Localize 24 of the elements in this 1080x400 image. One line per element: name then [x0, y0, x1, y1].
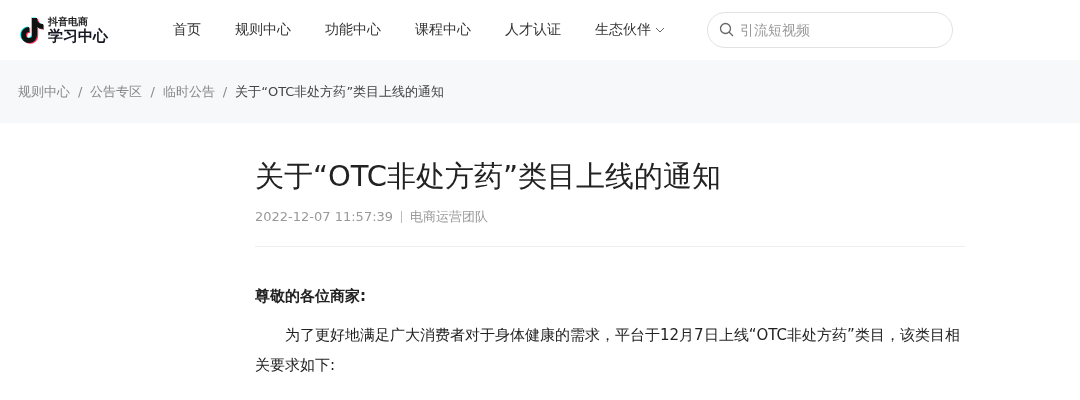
nav-link[interactable]: 人才认证: [488, 21, 578, 39]
logo-subtitle: 抖音电商: [48, 16, 88, 27]
nav-link[interactable]: 课程中心: [398, 21, 488, 39]
breadcrumb-link[interactable]: 临时公告: [162, 82, 215, 101]
current-page-title: 关于“OTC非处方药”类目上线的通知: [235, 82, 445, 101]
note-logo-icon: [18, 16, 44, 44]
nav-link[interactable]: 首页: [156, 21, 218, 39]
nav-link[interactable]: 生态伙伴: [578, 21, 682, 39]
breadcrumb-link[interactable]: 规则中心: [18, 82, 70, 101]
publish-date: 2022-12-07 11:57:39: [255, 209, 394, 225]
breadcrumb-separator: /: [150, 84, 155, 99]
breadcrumb-separator: /: [222, 84, 228, 99]
nav-link[interactable]: 功能中心: [308, 21, 398, 39]
breadcrumb-separator: /: [78, 84, 83, 99]
author-name: 电商运营团队: [410, 207, 489, 226]
chevron-down-icon: [655, 27, 665, 33]
greeting-text: 尊敬的各位商家:: [255, 286, 367, 306]
logo-title: 学习中心: [48, 28, 108, 44]
breadcrumb-link[interactable]: 公告专区: [90, 82, 143, 101]
search-icon: [719, 22, 734, 37]
body-paragraph: 为了更好地满足广大消费者对于身体健康的需求，平台于12月7日上线“OTC非处方药”类目，该类目相关要求如下:: [255, 324, 961, 376]
search-field[interactable]: 引流短视频: [707, 12, 953, 48]
article-title: 关于“OTC非处方药”类目上线的通知: [255, 159, 723, 194]
nav-link[interactable]: 规则中心: [218, 21, 308, 39]
